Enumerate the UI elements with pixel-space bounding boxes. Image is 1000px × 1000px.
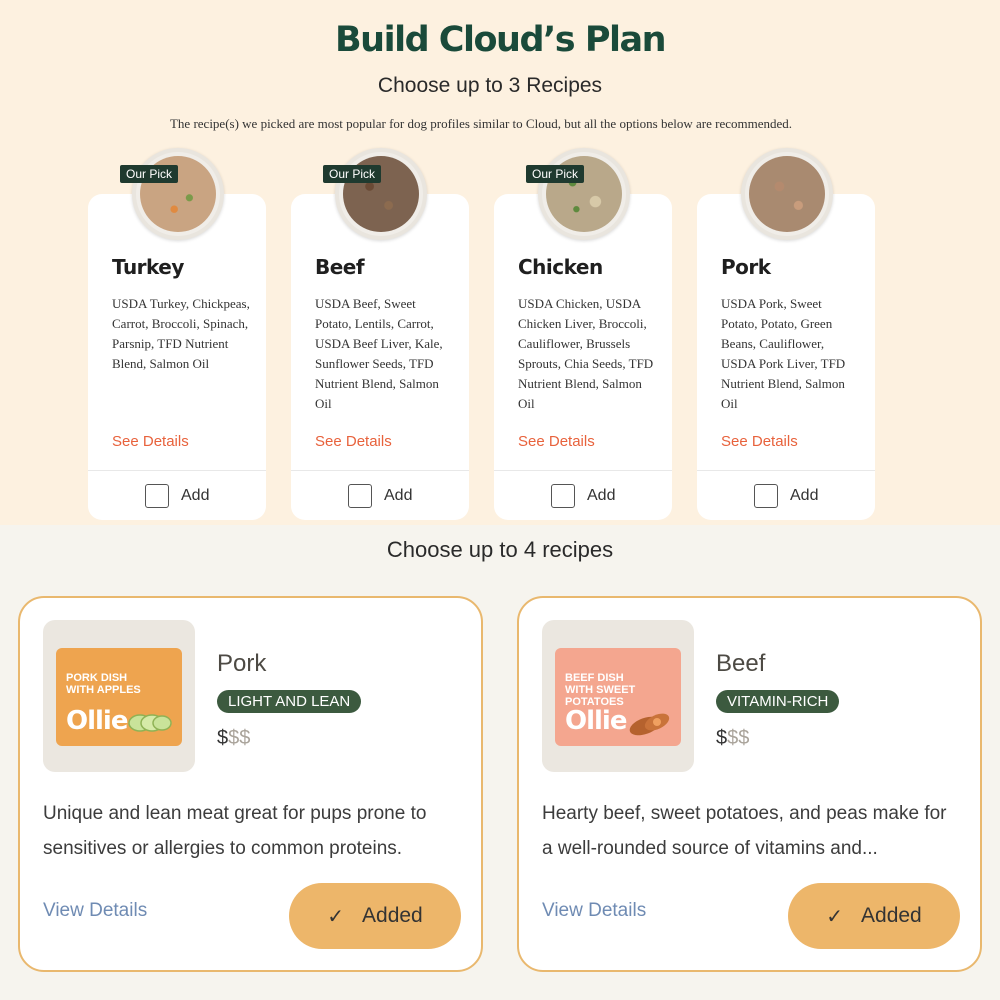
recipe-name: Beef	[315, 255, 365, 279]
price-inactive: $$	[228, 727, 251, 749]
product-description: Hearty beef, sweet potatoes, and peas ma…	[542, 803, 947, 859]
sweet-potato-icon	[629, 713, 670, 736]
add-checkbox[interactable]	[145, 484, 169, 508]
product-tag: LIGHT AND LEAN	[217, 690, 362, 713]
add-label: Add	[181, 487, 210, 504]
view-details-link[interactable]: View Details	[43, 900, 147, 922]
view-details-link[interactable]: View Details	[542, 900, 646, 922]
add-beef-toggle[interactable]: Add	[348, 484, 412, 508]
page-subtitle: Choose up to 3 Recipes	[377, 74, 603, 97]
food-package: BEEF DISH WITH SWEET POTATOES Ollie	[555, 648, 681, 746]
recipe-name: Pork	[721, 255, 771, 279]
add-chicken-toggle[interactable]: Add	[551, 484, 615, 508]
chicken-bowl-image	[538, 148, 630, 240]
product-name: Pork	[217, 650, 267, 677]
package-label: BEEF DISH WITH SWEET POTATOES	[565, 672, 636, 708]
page-title: Build Cloud’s Plan	[334, 20, 667, 60]
recipe-name: Turkey	[112, 255, 184, 279]
add-turkey-toggle[interactable]: Add	[145, 484, 209, 508]
added-button[interactable]: ✓ Added	[289, 883, 461, 949]
card-divider	[291, 470, 469, 471]
our-pick-badge: Our Pick	[323, 165, 382, 183]
price-level: $$$	[217, 727, 250, 750]
checkmark-icon: ✓	[327, 905, 345, 928]
price-level: $$$	[716, 727, 749, 750]
add-checkbox[interactable]	[348, 484, 372, 508]
beef-bowl-image	[335, 148, 427, 240]
add-label: Add	[587, 487, 616, 504]
add-label: Add	[790, 487, 819, 504]
package-label: PORK DISH WITH APPLES	[66, 672, 141, 696]
recipe-card-pork: Pork USDA Pork, Sweet Potato, Potato, Gr…	[697, 148, 875, 520]
food-package: PORK DISH WITH APPLES Ollie	[56, 648, 182, 746]
product-image: BEEF DISH WITH SWEET POTATOES Ollie	[542, 620, 694, 772]
card-divider	[494, 470, 672, 471]
product-description: Unique and lean meat great for pups pron…	[43, 803, 427, 859]
product-name: Beef	[716, 650, 766, 677]
added-label: Added	[362, 904, 423, 927]
see-details-link[interactable]: See Details	[721, 433, 798, 450]
add-checkbox[interactable]	[551, 484, 575, 508]
recipe-ingredients: USDA Turkey, Chickpeas, Carrot, Broccoli…	[112, 296, 250, 371]
product-card-beef: BEEF DISH WITH SWEET POTATOES Ollie Beef…	[517, 596, 982, 972]
recipe-name: Chicken	[518, 255, 603, 279]
recipe-ingredients: USDA Beef, Sweet Potato, Lentils, Carrot…	[315, 296, 443, 411]
brand-logo: Ollie	[66, 706, 128, 736]
recommendation-note: The recipe(s) we picked are most popular…	[169, 116, 792, 131]
checkmark-icon: ✓	[826, 905, 844, 928]
our-pick-badge: Our Pick	[526, 165, 585, 183]
added-label: Added	[861, 904, 922, 927]
recipe-card-beef: Our Pick Beef USDA Beef, Sweet Potato, L…	[291, 148, 469, 520]
our-pick-badge: Our Pick	[120, 165, 179, 183]
recipe-card-turkey: Our Pick Turkey USDA Turkey, Chickpeas, …	[88, 148, 266, 520]
add-checkbox[interactable]	[754, 484, 778, 508]
see-details-link[interactable]: See Details	[518, 433, 595, 450]
pork-bowl-image	[741, 148, 833, 240]
card-divider	[88, 470, 266, 471]
recipe-picker-section: Build Cloud’s Plan Choose up to 3 Recipe…	[0, 0, 1000, 525]
add-label: Add	[384, 487, 413, 504]
see-details-link[interactable]: See Details	[315, 433, 392, 450]
price-active: $	[716, 727, 728, 749]
product-image: PORK DISH WITH APPLES Ollie	[43, 620, 195, 772]
brand-logo: Ollie	[565, 706, 627, 736]
recipe-ingredients: USDA Chicken, USDA Chicken Liver, Brocco…	[518, 296, 654, 411]
recipe-card-chicken: Our Pick Chicken USDA Chicken, USDA Chic…	[494, 148, 672, 520]
card-divider	[697, 470, 875, 471]
add-pork-toggle[interactable]: Add	[754, 484, 818, 508]
section-title: Choose up to 4 recipes	[386, 537, 614, 562]
added-button[interactable]: ✓ Added	[788, 883, 960, 949]
turkey-bowl-image	[132, 148, 224, 240]
product-tag: VITAMIN-RICH	[716, 690, 840, 713]
product-card-pork: PORK DISH WITH APPLES Ollie Pork LIGHT A…	[18, 596, 483, 972]
price-inactive: $$	[727, 727, 750, 749]
price-active: $	[217, 727, 229, 749]
see-details-link[interactable]: See Details	[112, 433, 189, 450]
apple-slices-icon	[128, 714, 172, 732]
recipe-ingredients: USDA Pork, Sweet Potato, Potato, Green B…	[721, 296, 846, 411]
